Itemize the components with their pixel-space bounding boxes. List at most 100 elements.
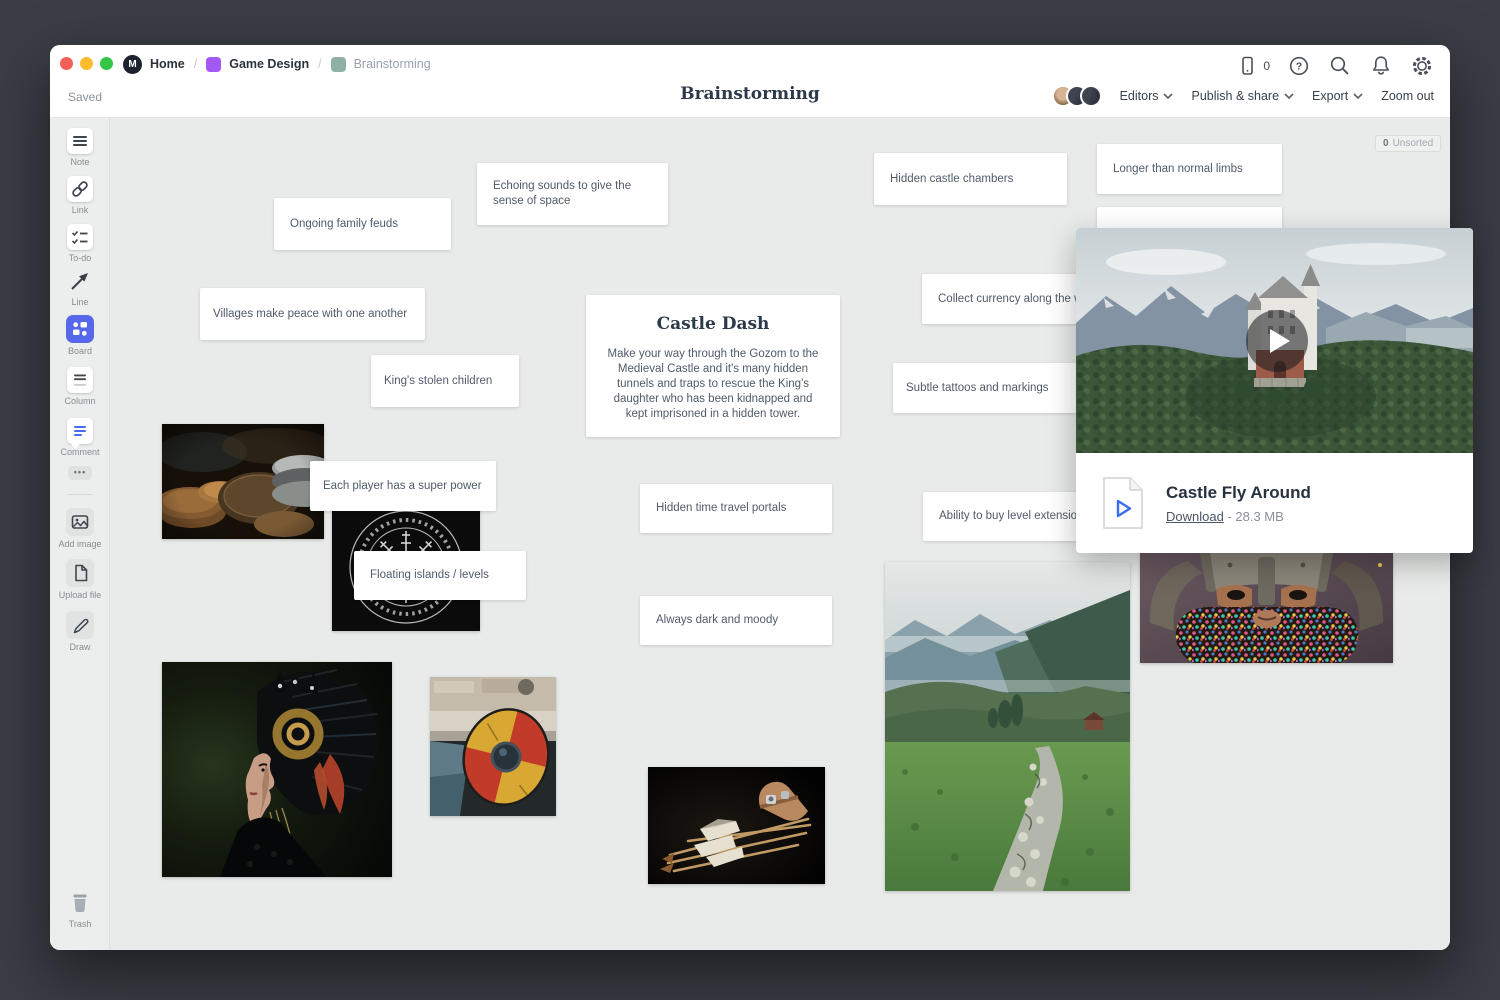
note-text: Always dark and moody <box>656 613 778 628</box>
tool-column[interactable]: Column <box>50 367 110 406</box>
note-text: Collect currency along the w <box>938 292 1082 307</box>
device-preview-button[interactable]: 0 <box>1235 54 1270 78</box>
svg-text:?: ? <box>1296 61 1302 73</box>
unsorted-label: Unsorted <box>1393 138 1434 149</box>
note-card[interactable]: Floating islands / levels <box>354 551 526 600</box>
note-card[interactable]: Each player has a super power <box>310 461 496 511</box>
milanote-logo-icon: M <box>123 55 142 74</box>
breadcrumb-separator: / <box>194 57 197 71</box>
breadcrumb-project[interactable]: Game Design <box>206 57 309 72</box>
breadcrumb-project-label: Game Design <box>229 57 309 71</box>
tool-add-image-label: Add image <box>50 539 110 549</box>
game-concept-card[interactable]: Castle Dash Make your way through the Go… <box>586 295 840 437</box>
toolbar-sidebar: Note Link To-do Line <box>50 118 110 950</box>
note-card[interactable]: Always dark and moody <box>640 596 832 645</box>
breadcrumb-separator: / <box>318 57 321 71</box>
window-controls <box>60 57 113 70</box>
chevron-down-icon <box>1353 93 1363 99</box>
note-text: Hidden castle chambers <box>890 172 1013 187</box>
tool-comment-label: Comment <box>50 447 110 457</box>
tool-board[interactable]: Board <box>50 315 110 356</box>
note-card[interactable]: Hidden time travel portals <box>640 484 832 533</box>
app-window: M Home / Game Design / Brainstorming 0 <box>50 45 1450 950</box>
tool-trash[interactable]: Trash <box>50 890 110 929</box>
unsorted-tray-badge[interactable]: 0 Unsorted <box>1375 135 1441 152</box>
note-text: Echoing sounds to give the sense of spac… <box>493 179 652 209</box>
breadcrumb-home[interactable]: M Home <box>123 55 185 74</box>
publish-share-label: Publish & share <box>1191 89 1279 103</box>
landscape-image[interactable] <box>885 562 1130 891</box>
export-menu[interactable]: Export <box>1312 89 1363 103</box>
note-icon <box>68 129 92 153</box>
search-icon <box>1328 54 1352 78</box>
tool-note-label: Note <box>50 157 110 167</box>
tool-line[interactable]: Line <box>50 268 110 307</box>
note-text: Longer than normal limbs <box>1113 162 1243 177</box>
note-card[interactable]: Longer than normal limbs <box>1097 144 1282 194</box>
tool-line-label: Line <box>50 297 110 307</box>
tool-comment[interactable]: Comment <box>50 418 110 457</box>
tool-link[interactable]: Link <box>50 176 110 215</box>
game-concept-title: Castle Dash <box>602 314 824 334</box>
upload-file-icon <box>67 560 93 586</box>
notifications-button[interactable] <box>1369 54 1393 78</box>
close-button[interactable] <box>60 57 73 70</box>
tool-draw[interactable]: Draw <box>50 611 110 652</box>
note-card[interactable]: Hidden castle chambers <box>874 153 1067 205</box>
link-icon <box>68 177 92 201</box>
video-card[interactable]: Castle Fly Around Download - 28.3 MB <box>1076 228 1473 553</box>
note-card[interactable]: Subtle tattoos and markings <box>893 363 1077 413</box>
help-button[interactable]: ? <box>1287 54 1311 78</box>
header-actions: Editors Publish & share Export Zoom out <box>1052 85 1434 107</box>
play-button[interactable] <box>1246 310 1308 372</box>
column-icon <box>68 368 92 392</box>
line-arrow-icon <box>67 268 93 294</box>
note-card[interactable]: Villages make peace with one another <box>200 288 425 340</box>
note-card[interactable]: King's stolen children <box>371 355 519 407</box>
export-label: Export <box>1312 89 1348 103</box>
editors-label: Editors <box>1120 89 1159 103</box>
zoom-out-label: Zoom out <box>1381 89 1434 103</box>
note-card[interactable]: Echoing sounds to give the sense of spac… <box>477 163 668 225</box>
coins-image[interactable] <box>162 424 324 539</box>
tool-trash-label: Trash <box>50 919 110 929</box>
board-canvas: 0 Unsorted Ongoing family feuds Echoing … <box>110 118 1450 950</box>
publish-share-menu[interactable]: Publish & share <box>1191 89 1294 103</box>
tool-note[interactable]: Note <box>50 128 110 167</box>
tool-add-image[interactable]: Add image <box>50 508 110 549</box>
todo-icon <box>68 225 92 249</box>
portrait-image[interactable] <box>162 662 392 877</box>
note-text: Floating islands / levels <box>370 568 489 583</box>
teal-board-icon <box>331 57 346 72</box>
arrows-image[interactable] <box>648 767 825 884</box>
settings-button[interactable] <box>1410 54 1434 78</box>
shield-image[interactable] <box>430 677 556 816</box>
tool-todo-label: To-do <box>50 253 110 263</box>
video-thumbnail <box>1076 228 1473 453</box>
note-card[interactable]: Ongoing family feuds <box>274 198 451 250</box>
search-button[interactable] <box>1328 54 1352 78</box>
maximize-button[interactable] <box>100 57 113 70</box>
download-link[interactable]: Download <box>1166 509 1224 524</box>
bell-icon <box>1369 54 1393 78</box>
tool-more[interactable]: ••• <box>50 466 110 480</box>
more-icon: ••• <box>68 466 92 480</box>
header: M Home / Game Design / Brainstorming 0 <box>50 45 1450 118</box>
trash-icon <box>67 890 93 916</box>
editor-avatars[interactable] <box>1052 85 1102 107</box>
video-info: Castle Fly Around Download - 28.3 MB <box>1076 453 1473 553</box>
avatar <box>1080 85 1102 107</box>
tool-link-label: Link <box>50 205 110 215</box>
board-icon <box>67 316 93 342</box>
sidebar-divider <box>68 494 92 495</box>
viking-image[interactable] <box>1140 553 1393 663</box>
note-text: Each player has a super power <box>323 479 482 494</box>
tool-todo[interactable]: To-do <box>50 224 110 263</box>
note-text: Ability to buy level extension <box>939 509 1083 524</box>
zoom-out-button[interactable]: Zoom out <box>1381 89 1434 103</box>
minimize-button[interactable] <box>80 57 93 70</box>
phone-icon <box>1235 54 1259 78</box>
tool-upload-file[interactable]: Upload file <box>50 559 110 600</box>
editors-menu[interactable]: Editors <box>1120 89 1174 103</box>
breadcrumb-board[interactable]: Brainstorming <box>331 57 431 72</box>
